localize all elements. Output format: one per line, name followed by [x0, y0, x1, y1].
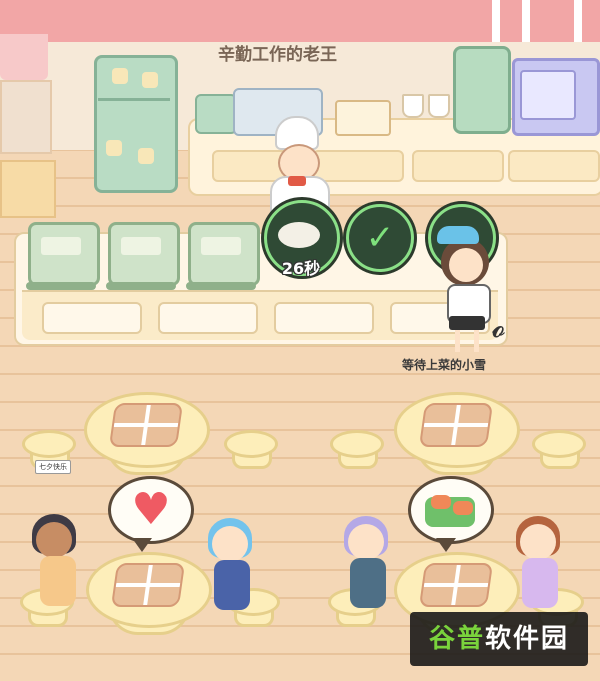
cup [402, 94, 424, 118]
cooking-station[interactable] [108, 222, 180, 286]
customer-face [36, 522, 72, 558]
bubble-tail [436, 538, 456, 552]
cup [428, 94, 450, 118]
left-cabinet [0, 160, 56, 218]
coffee-machine[interactable] [453, 46, 511, 134]
customer-face [520, 524, 556, 560]
dish-ready-indicator[interactable]: ✓ [346, 204, 414, 272]
watermark-logo: 谷普软件园 [410, 612, 588, 666]
waitress-legs [455, 330, 479, 352]
cooking-station[interactable] [188, 222, 260, 286]
awning [0, 34, 48, 80]
dish-in-progress [278, 222, 320, 248]
table-pattern [418, 563, 494, 607]
request-bubble[interactable] [408, 476, 494, 544]
fridge-door-line [98, 98, 170, 101]
heart-icon: ♥ [131, 484, 171, 535]
chef-scarf [288, 176, 306, 186]
waitress-name-label: 等待上菜的小雪 [402, 358, 487, 372]
fridge-sticker [112, 68, 128, 84]
left-shelf [0, 80, 52, 154]
waitress-face [449, 248, 483, 282]
drawer [312, 150, 404, 182]
waitress-headscarf [437, 226, 479, 244]
request-bubble[interactable]: ♥ [108, 476, 194, 544]
checkmark-icon: ✓ [365, 218, 395, 258]
station-base [186, 282, 256, 290]
cutting-board[interactable] [335, 100, 391, 136]
egg-sticker [106, 140, 122, 156]
customer-2[interactable] [214, 560, 250, 610]
customer-4[interactable] [522, 558, 558, 608]
station-base [106, 282, 176, 290]
wall-stripe [492, 0, 500, 42]
counter-panel [274, 302, 374, 334]
stool[interactable] [330, 430, 384, 458]
stool[interactable] [532, 430, 586, 458]
customer-face [212, 526, 248, 562]
counter-panel [158, 302, 258, 334]
customer-face [348, 524, 384, 560]
wall-trim [0, 0, 600, 42]
counter-panel [42, 302, 142, 334]
station-base [26, 282, 96, 290]
stool[interactable] [224, 430, 278, 458]
swirl-doodle: 𝓸 [492, 310, 506, 345]
customer-1[interactable] [40, 556, 76, 606]
chef-name-label: 辛勤工作的老王 [218, 45, 337, 65]
customer-3[interactable] [350, 558, 386, 608]
sushi-piece [431, 495, 451, 509]
bunny-sticker [138, 148, 154, 164]
drawer [412, 150, 504, 182]
fridge-sticker [142, 72, 158, 88]
mixer[interactable] [195, 94, 237, 134]
table-pattern [108, 403, 184, 447]
table-pattern [110, 563, 186, 607]
game-scene: 辛勤工作的老王 26秒 ✓ ✓ 𝓸 等待上菜的小雪 七夕快乐 [0, 0, 600, 681]
drawer [508, 150, 600, 182]
cook-timer-text: 26秒 [281, 259, 321, 278]
wall-stripe [574, 0, 582, 42]
wall-stripe [522, 0, 530, 42]
table-sign: 七夕快乐 [35, 460, 71, 474]
table-pattern [418, 403, 494, 447]
sushi-piece [453, 501, 473, 515]
watermark-part2: 软件园 [485, 624, 570, 654]
microwave-window [520, 70, 576, 120]
cooking-station[interactable] [28, 222, 100, 286]
waitress-skirt [449, 316, 485, 330]
fridge[interactable] [94, 55, 178, 193]
stool[interactable] [22, 430, 76, 458]
watermark-part1: 谷普 [428, 624, 485, 654]
bubble-tail [132, 538, 152, 552]
